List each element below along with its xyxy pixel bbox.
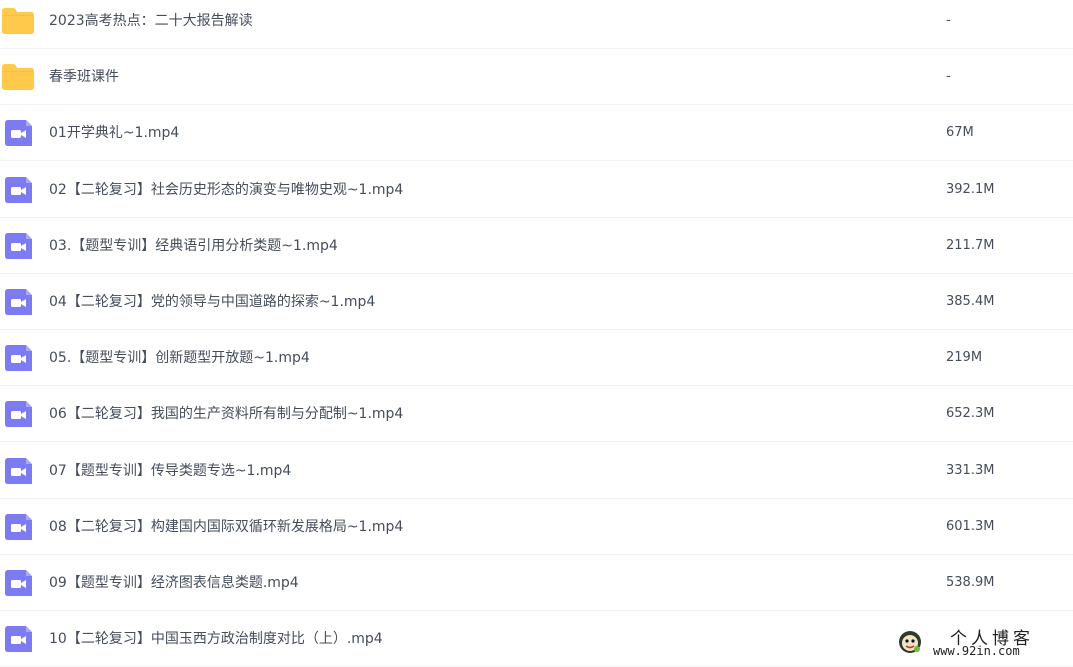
video-file-icon [4,289,36,315]
file-size: 538.9M [946,575,995,590]
file-name[interactable]: 06【二轮复习】我国的生产资料所有制与分配制~1.mp4 [49,386,403,442]
file-size: - [946,13,951,28]
video-file-icon [4,570,36,596]
file-row[interactable]: 05.【题型专训】创新题型开放题~1.mp4 219M [0,330,1073,386]
file-size: 385.4M [946,294,995,309]
file-name[interactable]: 09【题型专训】经济图表信息类题.mp4 [49,555,299,611]
file-size: 211.7M [946,238,995,253]
video-file-icon [4,401,36,427]
video-file-icon [4,626,36,652]
file-row[interactable]: 06【二轮复习】我国的生产资料所有制与分配制~1.mp4 652.3M [0,386,1073,442]
file-list: 2023高考热点：二十大报告解读 - 春季班课件 - 01开学典礼~1.mp4 67M 02… [0,0,1073,667]
file-name[interactable]: 01开学典礼~1.mp4 [49,105,179,161]
folder-icon [2,64,34,90]
file-name[interactable]: 春季班课件 [49,49,119,105]
watermark-logo-icon [898,630,922,654]
file-row[interactable]: 03.【题型专训】经典语引用分析类题~1.mp4 211.7M [0,218,1073,274]
file-row[interactable]: 02【二轮复习】社会历史形态的演变与唯物史观~1.mp4 392.1M [0,162,1073,218]
file-name[interactable]: 04【二轮复习】党的领导与中国道路的探索~1.mp4 [49,274,375,330]
file-row[interactable]: 07【题型专训】传导类题专选~1.mp4 331.3M [0,443,1073,499]
file-name[interactable]: 03.【题型专训】经典语引用分析类题~1.mp4 [49,218,338,274]
file-size: 652.3M [946,406,995,421]
watermark-url: www.92in.com [933,644,1020,658]
file-size: 331.3M [946,463,995,478]
file-size: 392.1M [946,182,995,197]
watermark: 个人博客 www.92in.com [896,622,1066,662]
file-row[interactable]: 04【二轮复习】党的领导与中国道路的探索~1.mp4 385.4M [0,274,1073,330]
video-file-icon [4,458,36,484]
file-size: - [946,69,951,84]
folder-row[interactable]: 春季班课件 - [0,49,1073,105]
file-name[interactable]: 2023高考热点：二十大报告解读 [49,0,253,49]
file-name[interactable]: 02【二轮复习】社会历史形态的演变与唯物史观~1.mp4 [49,162,403,218]
file-row[interactable]: 08【二轮复习】构建国内国际双循环新发展格局~1.mp4 601.3M [0,499,1073,555]
folder-icon [2,8,34,34]
file-name[interactable]: 05.【题型专训】创新题型开放题~1.mp4 [49,330,310,386]
file-size: 67M [946,125,974,140]
file-row[interactable]: 01开学典礼~1.mp4 67M [0,105,1073,161]
file-row[interactable]: 09【题型专训】经济图表信息类题.mp4 538.9M [0,555,1073,611]
video-file-icon [4,233,36,259]
video-file-icon [4,345,36,371]
file-name[interactable]: 10【二轮复习】中国玉西方政治制度对比（上）.mp4 [49,611,383,667]
file-size: 219M [946,350,983,365]
video-file-icon [4,120,36,146]
video-file-icon [4,514,36,540]
video-file-icon [4,177,36,203]
file-name[interactable]: 08【二轮复习】构建国内国际双循环新发展格局~1.mp4 [49,499,403,555]
file-name[interactable]: 07【题型专训】传导类题专选~1.mp4 [49,443,291,499]
folder-row[interactable]: 2023高考热点：二十大报告解读 - [0,0,1073,49]
file-size: 601.3M [946,519,995,534]
